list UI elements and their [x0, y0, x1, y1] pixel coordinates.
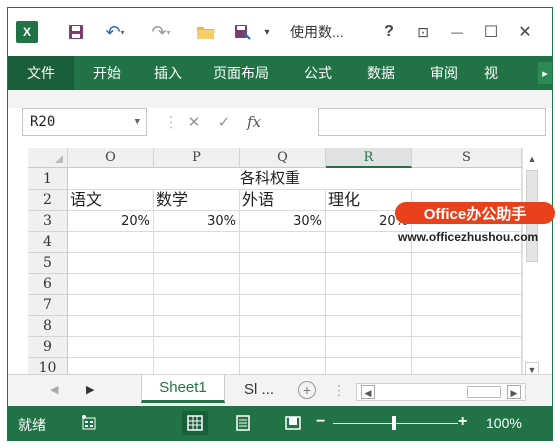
empty-cells-r[interactable]: [326, 232, 412, 382]
empty-cells-p[interactable]: [154, 232, 240, 382]
row-header-8[interactable]: 8: [28, 316, 68, 337]
normal-view-icon[interactable]: [182, 411, 208, 435]
row-header-7[interactable]: 7: [28, 295, 68, 316]
redo-icon[interactable]: ↷ ▾: [146, 20, 176, 44]
header-cell-chinese[interactable]: 语文: [68, 190, 154, 211]
ribbon-body: [8, 90, 552, 110]
ribbon-tabs: 文件 开始 插入 页面布局 公式 数据 审阅 视 ▸: [8, 56, 552, 90]
vertical-scrollbar[interactable]: ▲ ▼: [522, 148, 540, 382]
excel-window: X ↶ ▾ ↷ ▾ ▾ 使用数... ? ⊡ — ☐ ✕ 文件 开始 插入 页面布局…: [7, 7, 553, 441]
title-bar: X ↶ ▾ ↷ ▾ ▾ 使用数... ? ⊡ — ☐ ✕: [8, 8, 552, 56]
add-sheet-icon[interactable]: +: [298, 381, 316, 399]
ribbon-scroll-right-icon[interactable]: ▸: [538, 62, 552, 84]
header-cell-foreign-language[interactable]: 外语: [240, 190, 326, 211]
empty-cells-q[interactable]: [240, 232, 326, 382]
macro-recording-icon[interactable]: [80, 414, 98, 432]
office-assistant-watermark-badge: Office办公助手: [395, 202, 555, 224]
help-button[interactable]: ?: [378, 20, 400, 44]
tab-insert[interactable]: 插入: [140, 56, 196, 90]
next-sheet-icon[interactable]: ▶: [86, 383, 94, 396]
column-header-r[interactable]: R: [326, 148, 412, 168]
splitter-grip-icon[interactable]: ⋮: [332, 382, 346, 399]
title-cell[interactable]: 各科权重: [68, 168, 472, 190]
row-header-1[interactable]: 1: [28, 168, 68, 190]
scroll-up-icon[interactable]: ▲: [525, 152, 539, 166]
undo-icon[interactable]: ↶ ▾: [100, 20, 130, 44]
cancel-icon[interactable]: ✕: [179, 113, 209, 131]
tab-formulas[interactable]: 公式: [286, 56, 350, 90]
tab-page-layout[interactable]: 页面布局: [196, 56, 286, 90]
empty-cells-o[interactable]: [68, 232, 154, 382]
row-header-9[interactable]: 9: [28, 337, 68, 358]
select-all-corner[interactable]: [28, 148, 68, 168]
worksheet-grid: O P Q R S 1 2 3 4 5 6 7 8 9 10 各科权重 语文 数…: [8, 148, 552, 382]
save-as-icon[interactable]: [230, 20, 256, 44]
scroll-right-icon[interactable]: ▶: [507, 385, 521, 399]
enter-icon[interactable]: ✓: [209, 113, 239, 131]
tab-file[interactable]: 文件: [8, 56, 74, 90]
open-folder-icon[interactable]: [194, 20, 218, 44]
row-header-3[interactable]: 3: [28, 211, 68, 232]
tab-view[interactable]: 视: [476, 56, 506, 90]
zoom-level[interactable]: 100%: [486, 415, 522, 431]
zoom-out-button[interactable]: −: [316, 413, 325, 431]
row-header-6[interactable]: 6: [28, 274, 68, 295]
zoom-slider-thumb[interactable]: [392, 416, 396, 430]
status-ready: 就绪: [18, 417, 46, 433]
column-header-q[interactable]: Q: [240, 148, 326, 168]
close-button[interactable]: ✕: [514, 20, 536, 44]
window-title: 使用数...: [290, 24, 344, 40]
header-cell-math[interactable]: 数学: [154, 190, 240, 211]
value-cell-foreign-language[interactable]: 30%: [240, 211, 326, 232]
column-header-s[interactable]: S: [412, 148, 522, 168]
sheet-tab-more[interactable]: Sl ...: [230, 375, 288, 403]
minimize-button[interactable]: —: [446, 20, 468, 44]
column-header-o[interactable]: O: [68, 148, 154, 168]
status-bar: 就绪 − + 100%: [8, 406, 552, 440]
page-break-preview-icon[interactable]: [280, 411, 306, 435]
watermark-url: www.officezhushou.com: [398, 230, 539, 244]
name-box[interactable]: R20 ▼: [22, 108, 147, 136]
formula-buttons: ⋮ ✕ ✓ fx: [163, 108, 311, 136]
scroll-left-icon[interactable]: ◀: [361, 385, 375, 399]
customize-qat-icon[interactable]: ▾: [260, 20, 274, 44]
tab-home[interactable]: 开始: [74, 56, 140, 90]
sheet-tab-bar: ◀ ▶ Sheet1 Sl ... + ⋮ ◀ ▶: [8, 374, 552, 406]
tab-data[interactable]: 数据: [350, 56, 412, 90]
maximize-button[interactable]: ☐: [480, 20, 502, 44]
grip-icon: ⋮: [163, 114, 179, 131]
value-cell-chinese[interactable]: 20%: [68, 211, 154, 232]
horizontal-scrollbar[interactable]: ◀ ▶: [356, 383, 526, 401]
zoom-in-button[interactable]: +: [458, 413, 467, 431]
formula-bar: R20 ▼ ⋮ ✕ ✓ fx: [8, 108, 552, 138]
previous-sheet-icon[interactable]: ◀: [50, 383, 58, 396]
row-header-4[interactable]: 4: [28, 232, 68, 253]
empty-cells-s[interactable]: [412, 232, 522, 382]
tab-review[interactable]: 审阅: [412, 56, 476, 90]
sheet-tab-sheet1[interactable]: Sheet1: [141, 375, 225, 403]
name-box-value: R20: [30, 114, 56, 130]
value-cell-math[interactable]: 30%: [154, 211, 240, 232]
cell[interactable]: [472, 168, 522, 190]
insert-function-icon[interactable]: fx: [239, 113, 269, 131]
row-header-5[interactable]: 5: [28, 253, 68, 274]
chevron-down-icon[interactable]: ▼: [135, 117, 140, 127]
horizontal-scroll-thumb[interactable]: [467, 386, 501, 398]
column-header-p[interactable]: P: [154, 148, 240, 168]
row-header-2[interactable]: 2: [28, 190, 68, 211]
save-icon[interactable]: [65, 20, 87, 44]
excel-icon[interactable]: X: [16, 21, 38, 43]
page-layout-view-icon[interactable]: [230, 411, 256, 435]
formula-input[interactable]: [318, 108, 546, 136]
ribbon-display-options-button[interactable]: ⊡: [412, 20, 434, 44]
